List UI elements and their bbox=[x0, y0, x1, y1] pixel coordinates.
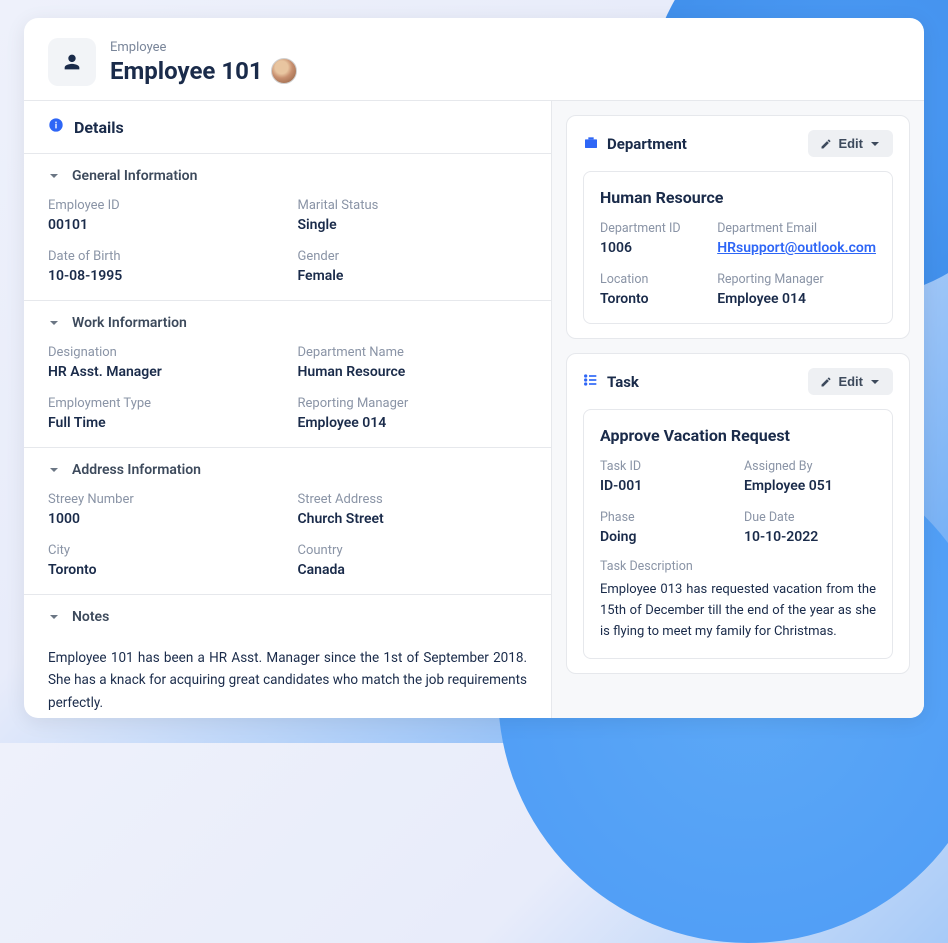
department-label: Department Name bbox=[298, 345, 528, 360]
pencil-icon bbox=[820, 138, 832, 150]
caret-down-icon bbox=[869, 138, 881, 150]
work-toggle[interactable]: Work Informartion bbox=[24, 301, 551, 345]
notes-body: Employee 101 has been a HR Asst. Manager… bbox=[24, 639, 551, 718]
department-panel: Department Edit Human Resource Departmen… bbox=[566, 115, 910, 339]
edit-department-button[interactable]: Edit bbox=[808, 130, 893, 157]
person-icon bbox=[61, 51, 83, 73]
task-phase-label: Phase bbox=[600, 510, 732, 525]
notes-toggle[interactable]: Notes bbox=[24, 595, 551, 639]
gender-label: Gender bbox=[298, 249, 528, 264]
address-toggle[interactable]: Address Information bbox=[24, 448, 551, 492]
department-panel-title: Department bbox=[607, 135, 687, 153]
employee-card: Employee Employee 101 Details General In… bbox=[24, 18, 924, 718]
task-assigned-label: Assigned By bbox=[744, 459, 876, 474]
street-addr-value: Church Street bbox=[298, 511, 528, 527]
building-icon bbox=[583, 134, 599, 154]
task-id-label: Task ID bbox=[600, 459, 732, 474]
marital-value: Single bbox=[298, 217, 528, 233]
task-id-value: ID-001 bbox=[600, 478, 732, 494]
work-section: Work Informartion Designation HR Asst. Ma… bbox=[24, 301, 551, 448]
avatar bbox=[271, 58, 297, 84]
task-due-value: 10-10-2022 bbox=[744, 529, 876, 545]
chevron-down-icon bbox=[48, 170, 60, 182]
page-title: Employee 101 bbox=[110, 57, 263, 85]
address-section: Address Information Streey Number 1000 St… bbox=[24, 448, 551, 595]
dept-email-link[interactable]: HRsupport@outlook.com bbox=[717, 240, 876, 256]
emptype-value: Full Time bbox=[48, 415, 278, 431]
caret-down-icon bbox=[869, 376, 881, 388]
general-section: General Information Employee ID 00101 Mar… bbox=[24, 154, 551, 301]
city-label: City bbox=[48, 543, 278, 558]
dept-mgr-label: Reporting Manager bbox=[717, 272, 876, 287]
designation-value: HR Asst. Manager bbox=[48, 364, 278, 380]
department-value: Human Resource bbox=[298, 364, 528, 380]
task-panel-title: Task bbox=[607, 373, 639, 391]
edit-label: Edit bbox=[838, 374, 863, 389]
notes-title: Notes bbox=[72, 609, 109, 625]
work-title: Work Informartion bbox=[72, 315, 187, 331]
employee-id-label: Employee ID bbox=[48, 198, 278, 213]
designation-label: Designation bbox=[48, 345, 278, 360]
dept-id-value: 1006 bbox=[600, 240, 705, 256]
task-desc-label: Task Description bbox=[600, 559, 876, 574]
dob-value: 10-08-1995 bbox=[48, 268, 278, 284]
edit-label: Edit bbox=[838, 136, 863, 151]
task-name: Approve Vacation Request bbox=[600, 426, 876, 445]
dept-loc-value: Toronto bbox=[600, 291, 705, 307]
task-assigned-value: Employee 051 bbox=[744, 478, 876, 494]
task-due-label: Due Date bbox=[744, 510, 876, 525]
entity-icon-box bbox=[48, 38, 96, 86]
chevron-down-icon bbox=[48, 464, 60, 476]
employee-id-value: 00101 bbox=[48, 217, 278, 233]
details-title: Details bbox=[74, 118, 124, 137]
street-num-label: Streey Number bbox=[48, 492, 278, 507]
dept-loc-label: Location bbox=[600, 272, 705, 287]
edit-task-button[interactable]: Edit bbox=[808, 368, 893, 395]
department-name: Human Resource bbox=[600, 188, 876, 207]
task-desc: Employee 013 has requested vacation from… bbox=[600, 580, 876, 642]
manager-value: Employee 014 bbox=[298, 415, 528, 431]
edit-icon bbox=[820, 376, 832, 388]
dept-mgr-value: Employee 014 bbox=[717, 291, 876, 307]
address-title: Address Information bbox=[72, 462, 201, 478]
dept-id-label: Department ID bbox=[600, 221, 705, 236]
side-column: Department Edit Human Resource Departmen… bbox=[552, 101, 924, 718]
street-addr-label: Street Address bbox=[298, 492, 528, 507]
country-value: Canada bbox=[298, 562, 528, 578]
list-icon bbox=[583, 372, 599, 392]
card-header: Employee Employee 101 bbox=[24, 18, 924, 101]
manager-label: Reporting Manager bbox=[298, 396, 528, 411]
city-value: Toronto bbox=[48, 562, 278, 578]
general-toggle[interactable]: General Information bbox=[24, 154, 551, 198]
chevron-down-icon bbox=[48, 317, 60, 329]
task-phase-value: Doing bbox=[600, 529, 732, 545]
emptype-label: Employment Type bbox=[48, 396, 278, 411]
dob-label: Date of Birth bbox=[48, 249, 278, 264]
details-header: Details bbox=[24, 101, 551, 154]
street-num-value: 1000 bbox=[48, 511, 278, 527]
chevron-down-icon bbox=[48, 611, 60, 623]
info-icon bbox=[48, 117, 64, 137]
gender-value: Female bbox=[298, 268, 528, 284]
country-label: Country bbox=[298, 543, 528, 558]
dept-email-label: Department Email bbox=[717, 221, 876, 236]
task-panel: Task Edit Approve Vacation Request Task … bbox=[566, 353, 910, 674]
general-title: General Information bbox=[72, 168, 197, 184]
breadcrumb: Employee bbox=[110, 40, 297, 55]
marital-label: Marital Status bbox=[298, 198, 528, 213]
details-column: Details General Information Employee ID 0… bbox=[24, 101, 552, 718]
notes-section: Notes Employee 101 has been a HR Asst. M… bbox=[24, 595, 551, 718]
